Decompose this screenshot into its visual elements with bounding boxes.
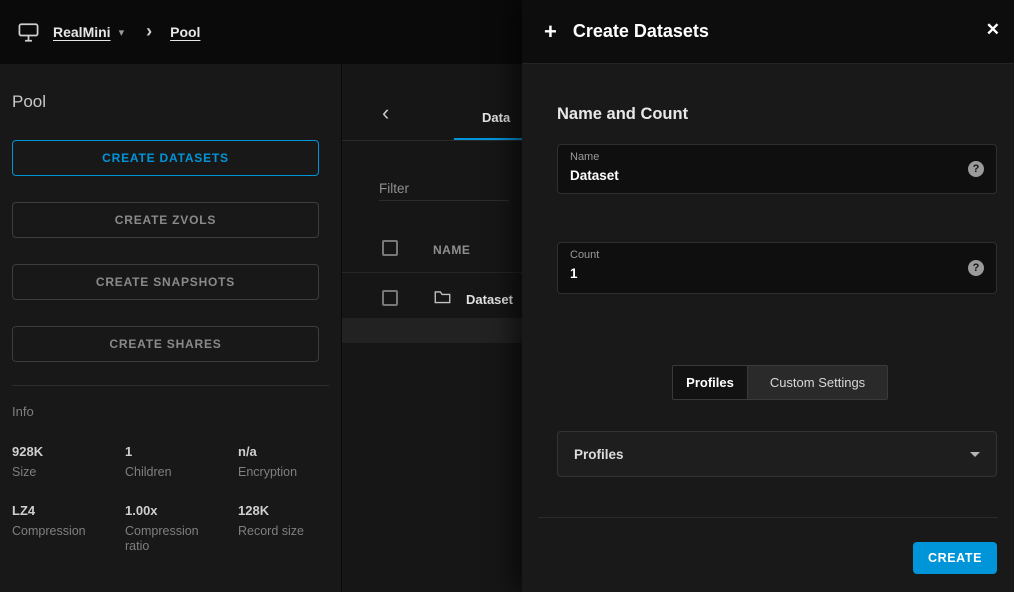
create-snapshots-button[interactable]: CREATE SNAPSHOTS xyxy=(12,264,319,300)
stat-compression: LZ4 Compression xyxy=(12,503,125,555)
profiles-select[interactable]: Profiles xyxy=(557,431,997,477)
dataset-name: Dataset xyxy=(466,292,513,307)
info-stats-grid: 928K Size 1 Children n/a Encryption LZ4 … xyxy=(12,444,351,555)
dataset-panel: ‹ Data NAME Dataset xyxy=(341,64,522,592)
create-datasets-drawer: + Create Datasets ✕ Name and Count Name … xyxy=(522,0,1014,592)
row-highlight-strip xyxy=(342,318,522,343)
create-button[interactable]: CREATE xyxy=(913,542,997,574)
folder-icon xyxy=(434,290,451,304)
count-input[interactable] xyxy=(570,266,950,281)
table-header: NAME xyxy=(342,232,522,272)
tab-data[interactable]: Data xyxy=(482,110,510,125)
chevron-right-icon: › xyxy=(146,21,152,42)
chevron-down-icon[interactable]: ▾ xyxy=(119,26,125,39)
stat-record-size: 128K Record size xyxy=(238,503,351,555)
stat-children: 1 Children xyxy=(125,444,238,481)
tab-profiles[interactable]: Profiles xyxy=(673,366,747,399)
count-field: Count ? xyxy=(557,242,997,294)
name-field-label: Name xyxy=(570,151,984,163)
info-section-title: Info xyxy=(12,404,34,419)
name-help-icon[interactable]: ? xyxy=(968,161,984,177)
row-checkbox[interactable] xyxy=(382,290,398,306)
footer-divider xyxy=(538,517,998,518)
system-monitor-icon xyxy=(18,23,39,42)
count-help-icon[interactable]: ? xyxy=(968,260,984,276)
plus-icon: + xyxy=(544,19,557,45)
table-row[interactable]: Dataset xyxy=(342,276,522,318)
stat-size: 928K Size xyxy=(12,444,125,481)
settings-toggle-group: Profiles Custom Settings xyxy=(672,365,888,400)
create-datasets-button[interactable]: CREATE DATASETS xyxy=(12,140,319,176)
breadcrumb-pool[interactable]: Pool xyxy=(170,24,200,40)
name-column-header: NAME xyxy=(433,243,470,257)
drawer-title: Create Datasets xyxy=(573,21,709,42)
section-title: Name and Count xyxy=(557,105,688,124)
screen: RealMini ▾ › Pool Pool CREATE DATASETS C… xyxy=(0,0,1014,592)
create-zvols-button[interactable]: CREATE ZVOLS xyxy=(12,202,319,238)
filter-input[interactable] xyxy=(379,177,509,201)
stat-encryption: n/a Encryption xyxy=(238,444,351,481)
close-icon[interactable]: ✕ xyxy=(986,20,1000,40)
stat-compression-ratio: 1.00x Compression ratio xyxy=(125,503,238,555)
select-all-checkbox[interactable] xyxy=(382,240,398,256)
pool-sidebar: Pool CREATE DATASETS CREATE ZVOLS CREATE… xyxy=(0,64,341,592)
drawer-header: + Create Datasets ✕ xyxy=(522,0,1014,64)
name-field: Name ? xyxy=(557,144,997,194)
create-shares-button[interactable]: CREATE SHARES xyxy=(12,326,319,362)
breadcrumb-system-name[interactable]: RealMini xyxy=(53,24,111,40)
name-input[interactable] xyxy=(570,168,950,183)
sidebar-title: Pool xyxy=(12,92,46,112)
collapse-panel-button[interactable]: ‹ xyxy=(382,102,389,124)
count-field-label: Count xyxy=(570,249,984,261)
chevron-down-icon xyxy=(970,452,980,457)
table-header-divider xyxy=(342,272,522,273)
sidebar-divider xyxy=(12,385,329,386)
tab-custom-settings[interactable]: Custom Settings xyxy=(747,366,887,399)
tabbar-divider xyxy=(342,140,522,141)
